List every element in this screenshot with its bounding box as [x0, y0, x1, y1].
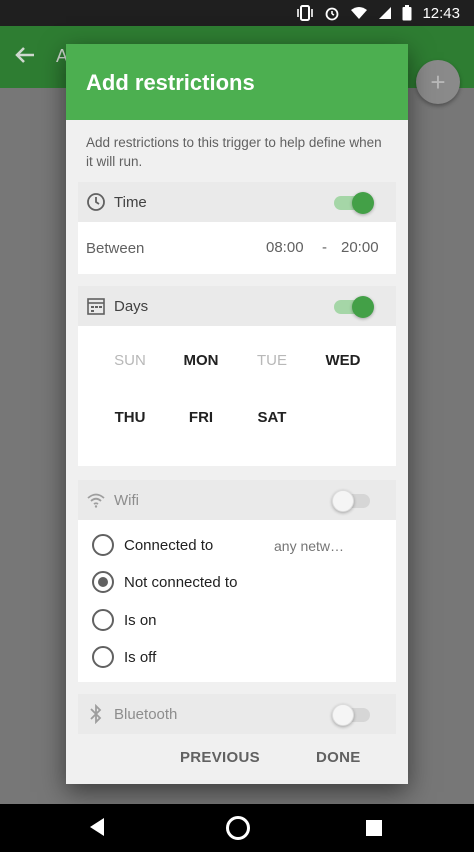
between-label: Between	[86, 239, 145, 257]
battery-icon	[402, 5, 412, 21]
add-restrictions-dialog: Add restrictions Add restrictions to thi…	[66, 44, 408, 784]
wifi-label: Wifi	[114, 491, 139, 509]
day-wed[interactable]: WED	[313, 352, 373, 369]
wifi-toggle[interactable]	[332, 490, 374, 512]
days-label: Days	[114, 297, 149, 315]
wifi-options: Connected to any netw… Not connected to …	[78, 520, 396, 682]
wifi-option-label: Connected to	[124, 536, 214, 554]
wifi-option-not-connected[interactable]: Not connected to	[92, 571, 237, 593]
calendar-icon	[86, 296, 106, 316]
dialog-title: Add restrictions	[66, 44, 408, 120]
bluetooth-section: Bluetooth	[78, 694, 396, 734]
wifi-section: Wifi Connected to any netw… Not connecte…	[78, 480, 396, 682]
vibrate-icon	[296, 5, 314, 21]
bluetooth-toggle[interactable]	[332, 704, 374, 726]
day-mon[interactable]: MON	[171, 352, 231, 369]
days-toggle-thumb	[352, 296, 374, 318]
days-section-header: Days	[78, 286, 396, 326]
time-label: Time	[114, 193, 147, 211]
wifi-option-label: Is on	[124, 611, 157, 629]
day-sun[interactable]: SUN	[100, 352, 160, 369]
bluetooth-toggle-thumb	[332, 704, 354, 726]
signal-icon	[378, 6, 392, 20]
wifi-icon	[86, 490, 106, 510]
days-grid: SUN MON TUE WED THU FRI SAT	[78, 326, 396, 466]
time-range-row[interactable]: Between 08:00 - 20:00	[78, 222, 396, 274]
time-from[interactable]: 08:00	[266, 239, 304, 256]
time-section: Time Between 08:00 - 20:00	[78, 182, 396, 274]
day-fri[interactable]: FRI	[171, 409, 231, 426]
wifi-option-label: Is off	[124, 648, 157, 666]
wifi-option-is-off[interactable]: Is off	[92, 646, 156, 668]
wifi-status-icon	[350, 6, 368, 20]
bluetooth-label: Bluetooth	[114, 705, 178, 723]
network-selector[interactable]: any netw…	[274, 538, 344, 554]
day-tue[interactable]: TUE	[242, 352, 302, 369]
previous-button[interactable]: PREVIOUS	[180, 749, 260, 766]
plus-icon[interactable]: +	[416, 60, 460, 104]
nav-recents-icon[interactable]	[366, 820, 382, 836]
nav-home-icon[interactable]	[226, 816, 250, 840]
radio-not-connected[interactable]	[92, 571, 114, 593]
day-thu[interactable]: THU	[100, 409, 160, 426]
radio-connected[interactable]	[92, 534, 114, 556]
radio-is-on[interactable]	[92, 609, 114, 631]
days-section: Days SUN MON TUE WED THU FRI SAT	[78, 286, 396, 466]
bluetooth-section-header: Bluetooth	[78, 694, 396, 734]
dialog-actions: PREVIOUS DONE	[66, 736, 408, 784]
day-sat[interactable]: SAT	[242, 409, 302, 426]
time-section-header: Time	[78, 182, 396, 222]
done-button[interactable]: DONE	[316, 749, 361, 766]
radio-is-off[interactable]	[92, 646, 114, 668]
time-separator: -	[322, 239, 327, 256]
time-toggle-thumb	[352, 192, 374, 214]
wifi-toggle-thumb	[332, 490, 354, 512]
time-to[interactable]: 20:00	[341, 239, 379, 256]
status-time: 12:43	[422, 4, 460, 22]
wifi-option-connected[interactable]: Connected to	[92, 534, 213, 556]
time-toggle[interactable]	[334, 192, 374, 214]
wifi-option-label: Not connected to	[124, 573, 238, 591]
dialog-intro: Add restrictions to this trigger to help…	[86, 135, 382, 169]
arrow-left-icon[interactable]	[14, 44, 36, 73]
nav-back-icon[interactable]	[90, 818, 104, 836]
wifi-option-is-on[interactable]: Is on	[92, 609, 157, 631]
bluetooth-icon	[86, 704, 106, 724]
navigation-bar	[0, 804, 474, 852]
wifi-section-header: Wifi	[78, 480, 396, 520]
alarm-icon	[324, 5, 340, 21]
clock-icon	[86, 192, 106, 212]
status-bar: 12:43	[0, 0, 474, 26]
days-toggle[interactable]	[334, 296, 374, 318]
